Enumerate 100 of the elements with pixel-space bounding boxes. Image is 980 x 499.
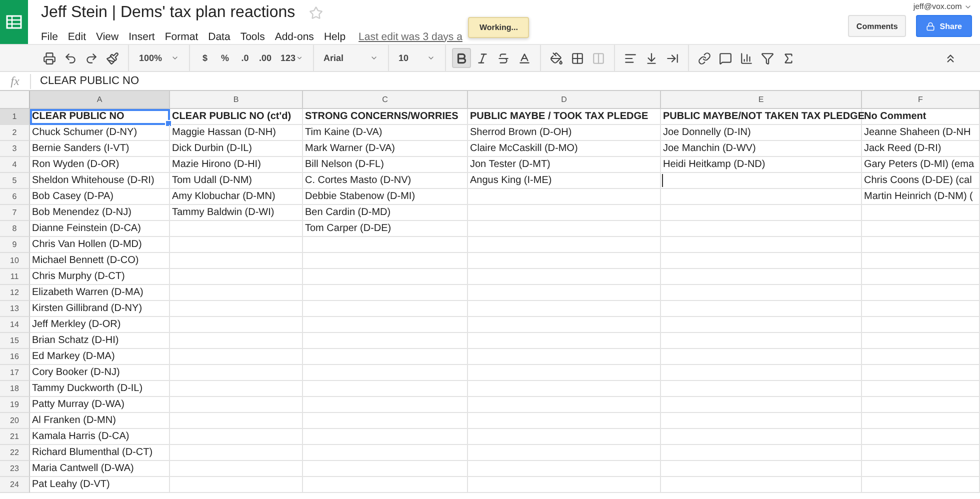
table-cell: Chris Van Hollen (D-MD)	[30, 237, 170, 253]
font-size-dropdown[interactable]: 10	[394, 48, 439, 68]
currency-button[interactable]: $	[196, 48, 214, 68]
caret-icon	[171, 54, 179, 62]
row-number[interactable]: 14	[0, 317, 30, 333]
number-format-dropdown[interactable]: 123	[276, 48, 307, 68]
menu-item[interactable]: Insert	[124, 30, 160, 42]
account-email[interactable]: jeff@vox.com	[913, 2, 972, 11]
table-cell: Bernie Sanders (I-VT)	[30, 141, 170, 157]
font-dropdown[interactable]: Arial	[320, 48, 382, 68]
menu-item[interactable]: Add-ons	[270, 30, 319, 42]
table-cell: Joe Manchin (D-WV)	[661, 141, 862, 157]
zoom-dropdown[interactable]: 100%	[135, 48, 183, 68]
column-header[interactable]: E	[661, 91, 862, 109]
table-cell: Tammy Duckworth (D-IL)	[30, 381, 170, 397]
row-number[interactable]: 19	[0, 397, 30, 413]
lock-icon	[926, 22, 935, 30]
table-cell: Tim Kaine (D-VA)	[303, 125, 468, 141]
column-header[interactable]: D	[468, 91, 661, 109]
menu-item[interactable]: View	[91, 30, 124, 42]
row-number[interactable]: 15	[0, 333, 30, 349]
table-cell: Elizabeth Warren (D-MA)	[30, 285, 170, 301]
formula-input[interactable]: CLEAR PUBLIC NO	[31, 75, 140, 87]
row-number[interactable]: 2	[0, 125, 30, 141]
table-cell: Brian Schatz (D-HI)	[30, 333, 170, 349]
menu-item[interactable]: Help	[318, 30, 351, 42]
table-cell: Jack Reed (D-RI)	[862, 141, 980, 157]
row-number[interactable]: 7	[0, 205, 30, 221]
table-cell: Ron Wyden (D-OR)	[30, 157, 170, 173]
table-cell: Tom Carper (D-DE)	[303, 221, 468, 237]
bold-icon[interactable]	[452, 48, 471, 68]
table-cell: Tom Udall (D-NM)	[170, 173, 303, 189]
table-cell: Richard Blumenthal (D-CT)	[30, 445, 170, 461]
column-heading: STRONG CONCERNS/WORRIES	[303, 109, 468, 125]
last-edit-link[interactable]: Last edit was 3 days a	[358, 30, 462, 42]
table-cell: Ed Markey (D-MA)	[30, 349, 170, 365]
row-number[interactable]: 16	[0, 349, 30, 365]
table-cell: Dianne Feinstein (D-CA)	[30, 221, 170, 237]
row-number[interactable]: 24	[0, 477, 30, 493]
column-header[interactable]: C	[303, 91, 468, 109]
table-cell: Pat Leahy (D-VT)	[30, 477, 170, 493]
star-icon[interactable]	[309, 6, 324, 20]
row-number[interactable]: 6	[0, 189, 30, 205]
menu-item[interactable]: Tools	[235, 30, 270, 42]
row-number[interactable]: 3	[0, 141, 30, 157]
table-cell: Debbie Stabenow (D-MI)	[303, 189, 468, 205]
row-number[interactable]: 11	[0, 269, 30, 285]
increase-decimal-button[interactable]: .00	[256, 48, 275, 68]
table-cell: Heidi Heitkamp (D-ND)	[661, 157, 862, 173]
menu-item[interactable]: Format	[160, 30, 204, 42]
table-cell: Kamala Harris (D-CA)	[30, 429, 170, 445]
table-cell: Sheldon Whitehouse (D-RI)	[30, 173, 170, 189]
table-cell: Michael Bennett (D-CO)	[30, 253, 170, 269]
table-cell: Maggie Hassan (D-NH)	[170, 125, 303, 141]
table-cell: Sherrod Brown (D-OH)	[468, 125, 661, 141]
table-cell: Claire McCaskill (D-MO)	[468, 141, 661, 157]
row-number[interactable]: 18	[0, 381, 30, 397]
table-cell: Ben Cardin (D-MD)	[303, 205, 468, 221]
share-button[interactable]: Share	[916, 15, 972, 37]
table-cell: C. Cortes Masto (D-NV)	[303, 173, 468, 189]
document-title[interactable]: Jeff Stein | Dems' tax plan reactions	[41, 4, 296, 22]
table-cell: Chuck Schumer (D-NY)	[30, 125, 170, 141]
row-number[interactable]: 12	[0, 285, 30, 301]
caret-icon	[296, 54, 303, 62]
decrease-decimal-button[interactable]: .0	[236, 48, 254, 68]
row-number[interactable]: 5	[0, 173, 30, 189]
table-cell: Tammy Baldwin (D-WI)	[170, 205, 303, 221]
table-cell: Mazie Hirono (D-HI)	[170, 157, 303, 173]
status-toast: Working...	[468, 17, 529, 38]
column-header[interactable]: F	[862, 91, 980, 109]
fill-handle[interactable]	[165, 120, 172, 127]
row-number[interactable]: 23	[0, 461, 30, 477]
column-heading: PUBLIC MAYBE / TOOK TAX PLEDGE	[468, 109, 661, 125]
menu-item[interactable]: Data	[203, 30, 236, 42]
row-number[interactable]: 20	[0, 413, 30, 429]
table-cell: Bob Menendez (D-NJ)	[30, 205, 170, 221]
table-cell: Jeanne Shaheen (D-NH	[862, 125, 980, 141]
row-number[interactable]: 1	[0, 109, 30, 125]
menu-item[interactable]: File	[41, 30, 63, 42]
column-heading: CLEAR PUBLIC NO (ct'd)	[170, 109, 303, 125]
active-cell[interactable]: CLEAR PUBLIC NO	[30, 109, 170, 125]
column-header[interactable]: A	[30, 91, 170, 109]
row-number[interactable]: 13	[0, 301, 30, 317]
table-cell: Kirsten Gillibrand (D-NY)	[30, 301, 170, 317]
row-number[interactable]: 21	[0, 429, 30, 445]
row-number[interactable]: 8	[0, 221, 30, 237]
percent-button[interactable]: %	[216, 48, 234, 68]
row-number[interactable]: 4	[0, 157, 30, 173]
column-header[interactable]: B	[170, 91, 303, 109]
table-cell: Al Franken (D-MN)	[30, 413, 170, 429]
menu-item[interactable]: Edit	[62, 30, 92, 42]
table-cell: Jeff Merkley (D-OR)	[30, 317, 170, 333]
row-number[interactable]: 10	[0, 253, 30, 269]
row-number[interactable]: 22	[0, 445, 30, 461]
table-cell: Martin Heinrich (D-NM) (	[862, 189, 980, 205]
table-cell: Gary Peters (D-MI) (ema	[862, 157, 980, 173]
row-number[interactable]: 9	[0, 237, 30, 253]
row-number[interactable]: 17	[0, 365, 30, 381]
comments-button[interactable]: Comments	[848, 15, 906, 37]
text-cursor	[662, 174, 663, 187]
